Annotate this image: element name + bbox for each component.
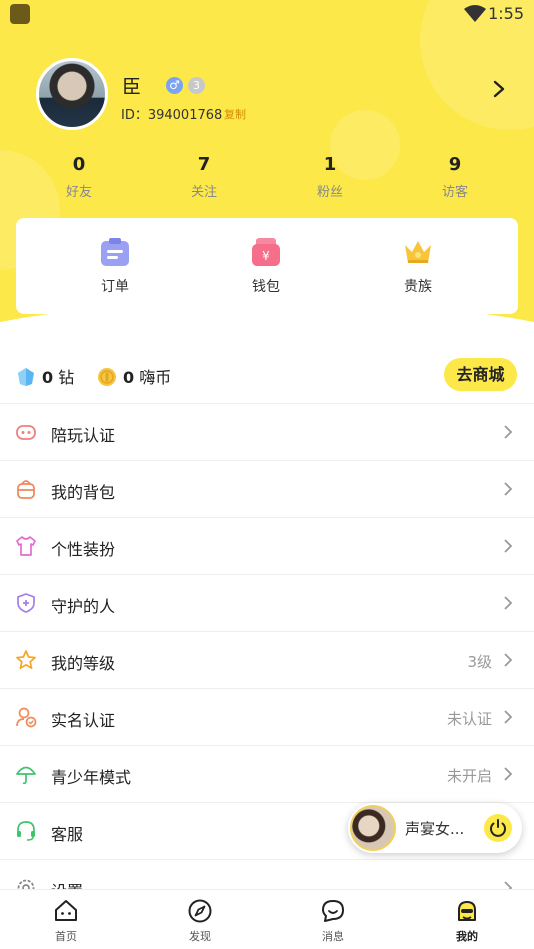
wallet-icon: ¥ bbox=[252, 238, 280, 266]
stat-value: 7 bbox=[197, 154, 211, 175]
chevron-right-icon bbox=[504, 653, 513, 667]
stat-following[interactable]: 7 关注 bbox=[164, 154, 244, 200]
menu-item-label: 个性装扮 bbox=[51, 540, 116, 559]
menu-item-label: 青少年模式 bbox=[51, 768, 132, 787]
home-icon bbox=[55, 900, 77, 921]
chevron-right-icon bbox=[504, 482, 513, 496]
tab-label: 我的 bbox=[456, 930, 478, 943]
stats-row: 0 好友 7 关注 1 粉丝 9 访客 bbox=[0, 154, 534, 204]
diamond-icon bbox=[18, 368, 34, 386]
menu-item-label: 陪玩认证 bbox=[51, 426, 116, 445]
stat-label: 好友 bbox=[65, 185, 92, 200]
power-icon bbox=[490, 819, 506, 837]
menu-item-dress-up[interactable]: 个性装扮 bbox=[0, 517, 534, 574]
menu-item-label: 我的背包 bbox=[51, 483, 116, 502]
menu-item-value: 3级 bbox=[467, 653, 492, 671]
room-title: 声宴女... bbox=[405, 820, 465, 838]
tab-messages[interactable]: 消息 bbox=[303, 898, 363, 944]
backpack-icon bbox=[17, 480, 35, 499]
stat-value: 0 bbox=[72, 154, 86, 175]
level-badge: 3 bbox=[188, 77, 205, 94]
menu-item-companion-verify[interactable]: 陪玩认证 bbox=[0, 403, 534, 460]
wifi-icon bbox=[464, 5, 486, 22]
menu-item-my-level[interactable]: 我的等级 3级 bbox=[0, 631, 534, 688]
chevron-right-icon bbox=[504, 710, 513, 724]
stat-value: 9 bbox=[448, 154, 462, 175]
tab-home[interactable]: 首页 bbox=[36, 898, 96, 944]
menu-item-label: 客服 bbox=[51, 825, 84, 844]
exit-room-button[interactable] bbox=[484, 814, 512, 842]
noble-button[interactable]: 贵族 bbox=[368, 236, 468, 296]
diamond-value: 0 bbox=[42, 368, 54, 387]
menu-item-backpack[interactable]: 我的背包 bbox=[0, 460, 534, 517]
menu-item-real-name-verify[interactable]: 实名认证 未认证 bbox=[0, 688, 534, 745]
coin-unit: 嗨币 bbox=[139, 368, 172, 387]
profile-chevron-right-icon[interactable] bbox=[490, 80, 508, 98]
gender-male-icon: ♂ bbox=[166, 77, 183, 94]
wallet-label: 钱包 bbox=[252, 279, 280, 295]
shirt-icon bbox=[16, 536, 36, 556]
bottom-tab-bar: 首页 发现 消息 我的 bbox=[0, 889, 534, 949]
chevron-right-icon bbox=[504, 539, 513, 553]
headset-icon bbox=[17, 821, 35, 841]
room-avatar bbox=[350, 805, 396, 851]
star-icon bbox=[16, 650, 36, 670]
order-icon bbox=[101, 238, 129, 266]
message-icon bbox=[322, 900, 344, 922]
menu-item-guardian[interactable]: 守护的人 bbox=[0, 574, 534, 631]
go-shop-button[interactable]: 去商城 bbox=[444, 358, 517, 391]
diamond-unit: 钻 bbox=[58, 368, 75, 387]
tab-mine[interactable]: 我的 bbox=[437, 898, 497, 944]
menu-item-label: 守护的人 bbox=[51, 597, 116, 616]
wallet-button[interactable]: ¥ 钱包 bbox=[216, 236, 316, 296]
umbrella-icon bbox=[16, 766, 36, 785]
coin-icon bbox=[98, 368, 116, 386]
stat-visitors[interactable]: 9 访客 bbox=[415, 154, 495, 200]
profile-screen: 1:55 臣 ♂ 3 ID：394001768 复制 0 好友 7 关注 1 粉… bbox=[0, 0, 534, 949]
stat-fans[interactable]: 1 粉丝 bbox=[290, 154, 370, 200]
currency-row: 0 钻 0 嗨币 去商城 bbox=[0, 350, 534, 402]
verified-user-icon bbox=[16, 707, 37, 728]
avatar[interactable] bbox=[36, 58, 108, 130]
chevron-right-icon bbox=[504, 596, 513, 610]
tab-discover[interactable]: 发现 bbox=[170, 898, 230, 944]
menu-item-teen-mode[interactable]: 青少年模式 未开启 bbox=[0, 745, 534, 802]
stat-value: 1 bbox=[323, 154, 337, 175]
order-button[interactable]: 订单 bbox=[65, 236, 165, 296]
user-id: ID：394001768 bbox=[121, 108, 223, 123]
floating-room-player[interactable]: 声宴女... bbox=[348, 803, 522, 853]
shield-icon bbox=[17, 593, 35, 613]
diamond-balance: 0 钻 bbox=[16, 364, 74, 388]
username: 臣 bbox=[122, 76, 142, 98]
chevron-right-icon bbox=[504, 767, 513, 781]
svg-text:¥: ¥ bbox=[262, 249, 270, 263]
menu-item-value: 未开启 bbox=[446, 767, 492, 785]
tab-label: 发现 bbox=[189, 930, 211, 943]
profile-icon bbox=[458, 901, 476, 921]
coin-balance: 0 嗨币 bbox=[97, 364, 171, 388]
order-label: 订单 bbox=[101, 279, 129, 295]
tab-label: 首页 bbox=[55, 930, 77, 943]
quick-actions-card: 订单 ¥ 钱包 贵族 bbox=[16, 218, 518, 314]
copy-id-button[interactable]: 复制 bbox=[224, 106, 246, 122]
menu-item-label: 我的等级 bbox=[51, 654, 116, 673]
status-time: 1:55 bbox=[488, 4, 524, 23]
coin-value: 0 bbox=[123, 368, 135, 387]
chevron-right-icon bbox=[504, 425, 513, 439]
stat-label: 访客 bbox=[441, 185, 468, 200]
crown-icon bbox=[405, 241, 431, 263]
stat-label: 关注 bbox=[190, 185, 217, 200]
compass-icon bbox=[188, 899, 212, 923]
noble-label: 贵族 bbox=[404, 279, 432, 295]
app-notification-icon bbox=[10, 4, 30, 24]
menu-item-label: 实名认证 bbox=[51, 711, 116, 730]
game-partner-icon bbox=[16, 425, 36, 440]
tab-label: 消息 bbox=[322, 930, 344, 943]
stat-label: 粉丝 bbox=[316, 185, 343, 200]
menu-item-value: 未认证 bbox=[446, 710, 492, 728]
stat-friends[interactable]: 0 好友 bbox=[39, 154, 119, 200]
status-bar: 1:55 bbox=[0, 0, 534, 30]
